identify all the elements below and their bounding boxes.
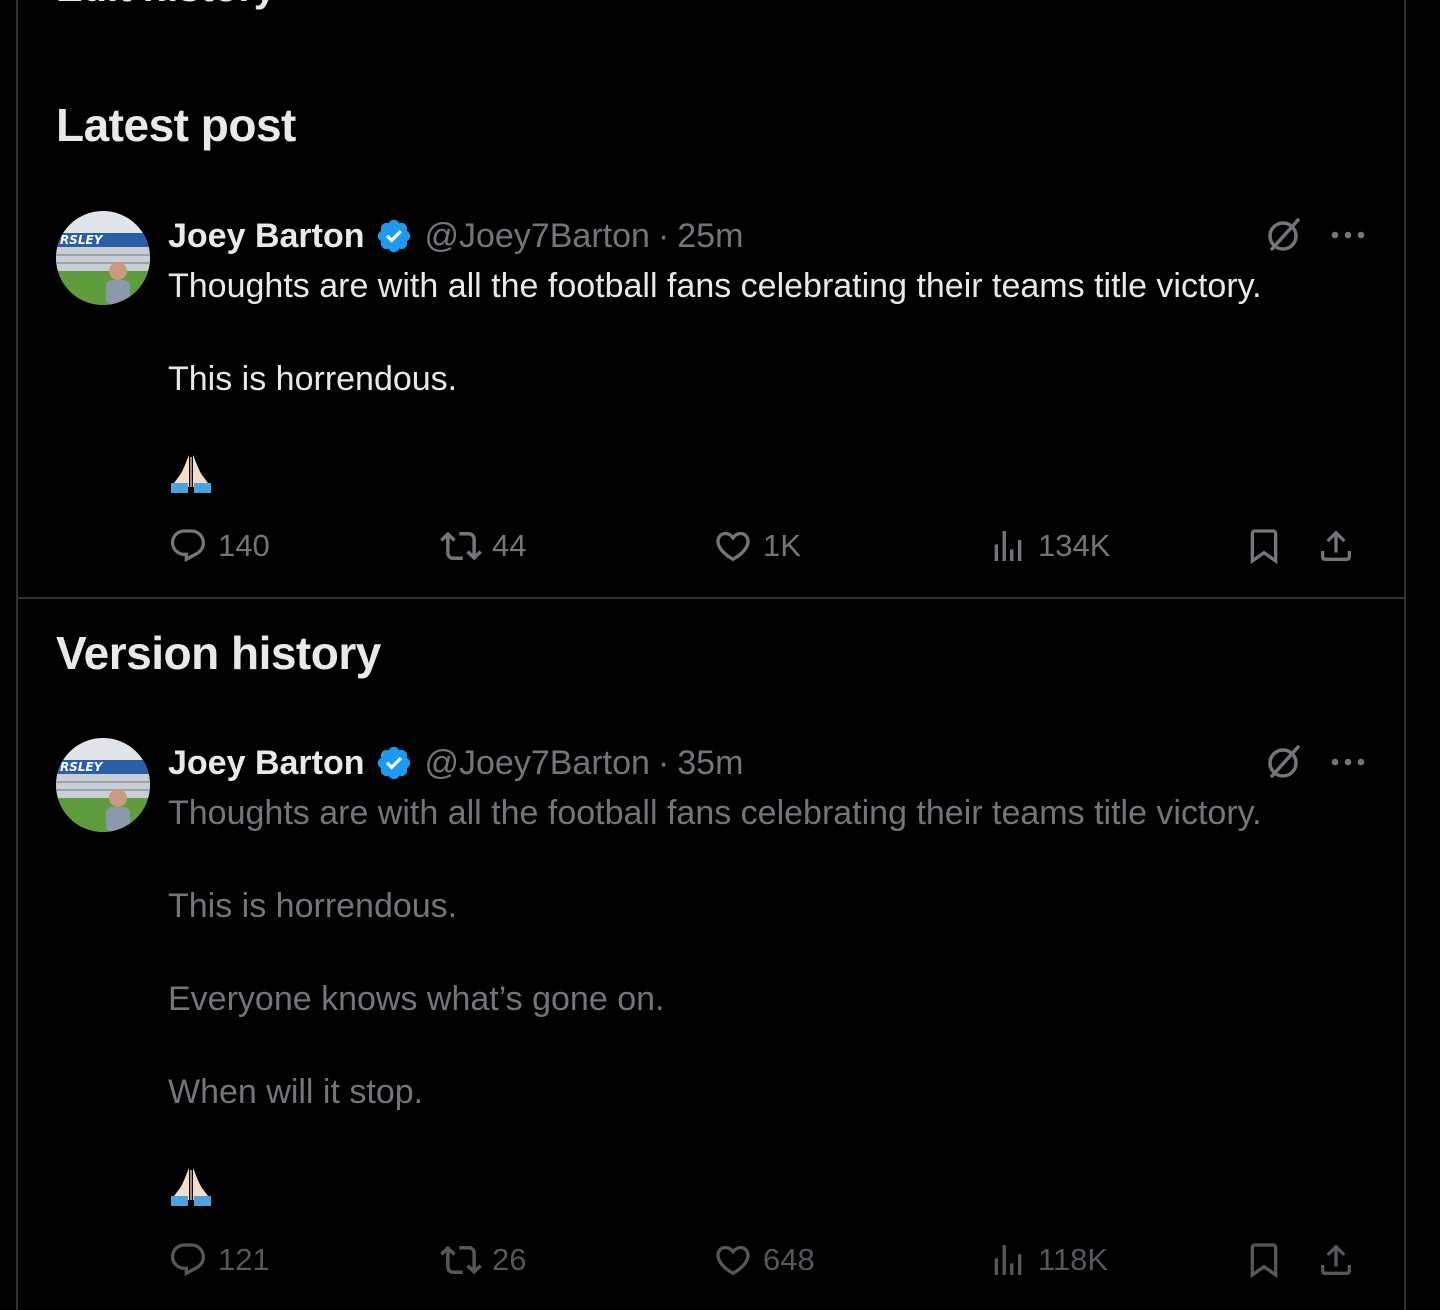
latest-post-title: Latest post bbox=[56, 99, 296, 151]
avatar-image: RSLEY bbox=[56, 211, 150, 305]
reply-icon bbox=[170, 529, 206, 563]
reply-count: 140 bbox=[218, 528, 270, 563]
post-time[interactable]: 35m bbox=[677, 744, 743, 783]
post-actions: 121 26 648 118K bbox=[168, 1235, 1366, 1285]
post-paragraph: Everyone knows what’s gone on. bbox=[168, 980, 665, 1018]
like-icon bbox=[716, 531, 750, 562]
bookmark-button[interactable] bbox=[1244, 1240, 1294, 1280]
author-name[interactable]: Joey Barton bbox=[168, 744, 365, 783]
more-icon[interactable] bbox=[1330, 229, 1366, 241]
grok-icon[interactable] bbox=[1264, 742, 1304, 782]
views-icon bbox=[994, 531, 1022, 561]
share-button[interactable] bbox=[1316, 1240, 1366, 1280]
like-count: 1K bbox=[763, 528, 801, 563]
svg-text:RSLEY: RSLEY bbox=[60, 760, 104, 774]
post-header: Joey Barton @Joey7Barton · 25m bbox=[168, 213, 743, 259]
post-header: Joey Barton @Joey7Barton · 35m bbox=[168, 740, 743, 786]
post-text: Thoughts are with all the football fans … bbox=[168, 263, 1368, 499]
post-actions: 140 44 1K 134K bbox=[168, 521, 1366, 571]
reply-button[interactable]: 140 bbox=[168, 526, 270, 566]
views-icon bbox=[994, 1245, 1022, 1275]
post-paragraph: Thoughts are with all the football fans … bbox=[168, 794, 1262, 832]
edit-history-panel: Edit history Latest post RSLEY Joey Bart… bbox=[16, 0, 1406, 1310]
version-history-title: Version history bbox=[56, 627, 381, 679]
author-handle[interactable]: @Joey7Barton bbox=[425, 217, 650, 256]
views-button[interactable]: 118K bbox=[988, 1240, 1108, 1280]
views-button[interactable]: 134K bbox=[988, 526, 1110, 566]
bookmark-icon bbox=[1250, 1243, 1278, 1279]
reply-button[interactable]: 121 bbox=[168, 1240, 270, 1280]
grok-icon[interactable] bbox=[1264, 215, 1304, 255]
like-icon bbox=[716, 1245, 750, 1276]
post-paragraph: This is horrendous. bbox=[168, 887, 458, 925]
bookmark-button[interactable] bbox=[1244, 526, 1294, 566]
post-paragraph: When will it stop. bbox=[168, 1073, 424, 1111]
avatar[interactable]: RSLEY bbox=[56, 211, 150, 305]
repost-button[interactable]: 26 bbox=[440, 1239, 526, 1281]
post-paragraph: This is horrendous. bbox=[168, 360, 458, 398]
share-button[interactable] bbox=[1316, 526, 1366, 566]
avatar-image: RSLEY bbox=[56, 738, 150, 832]
like-button[interactable]: 1K bbox=[713, 526, 801, 566]
author-name[interactable]: Joey Barton bbox=[168, 217, 365, 256]
repost-count: 44 bbox=[492, 528, 527, 563]
latest-post[interactable]: RSLEY Joey Barton @Joey7Barton · 25m Tho… bbox=[18, 211, 1404, 571]
share-icon bbox=[1321, 530, 1351, 561]
post-paragraph: Thoughts are with all the football fans … bbox=[168, 267, 1262, 305]
repost-icon bbox=[440, 531, 482, 561]
avatar[interactable]: RSLEY bbox=[56, 738, 150, 832]
bookmark-icon bbox=[1250, 529, 1278, 565]
praying-hands-emoji bbox=[168, 1162, 1368, 1212]
post-time[interactable]: 25m bbox=[677, 217, 743, 256]
view-count: 134K bbox=[1038, 528, 1111, 563]
section-divider bbox=[18, 597, 1404, 599]
repost-count: 26 bbox=[492, 1242, 527, 1277]
post-text: Thoughts are with all the football fans … bbox=[168, 790, 1368, 1212]
page-heading-cut: Edit history bbox=[56, 0, 276, 11]
praying-hands-emoji bbox=[168, 449, 1368, 499]
header-actions bbox=[1264, 742, 1366, 782]
separator-dot: · bbox=[657, 743, 670, 782]
svg-text:RSLEY: RSLEY bbox=[60, 233, 104, 247]
verified-badge-icon bbox=[375, 744, 413, 782]
reply-count: 121 bbox=[218, 1242, 270, 1277]
separator-dot: · bbox=[657, 216, 670, 255]
share-icon bbox=[1321, 1244, 1351, 1275]
author-handle[interactable]: @Joey7Barton bbox=[425, 744, 650, 783]
view-count: 118K bbox=[1038, 1242, 1109, 1277]
repost-icon bbox=[440, 1245, 482, 1275]
like-count: 648 bbox=[763, 1242, 815, 1277]
header-actions bbox=[1264, 215, 1366, 255]
repost-button[interactable]: 44 bbox=[440, 525, 526, 567]
like-button[interactable]: 648 bbox=[713, 1240, 815, 1280]
previous-version-post[interactable]: RSLEY Joey Barton @Joey7Barton · 35m Tho… bbox=[18, 738, 1404, 1298]
verified-badge-icon bbox=[375, 217, 413, 255]
reply-icon bbox=[170, 1243, 206, 1277]
more-icon[interactable] bbox=[1330, 756, 1366, 768]
